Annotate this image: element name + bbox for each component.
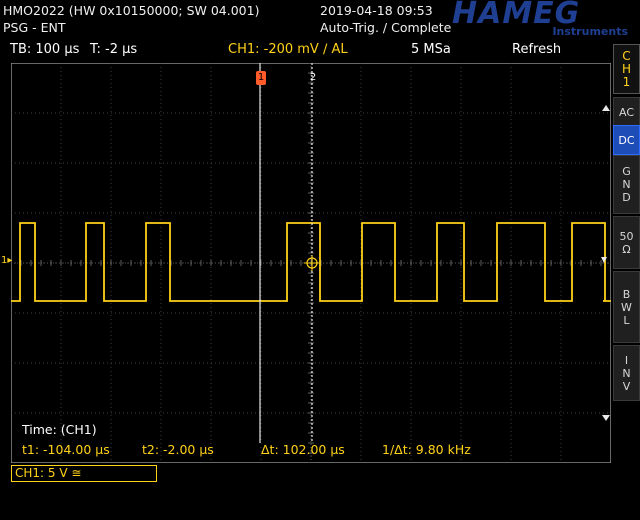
measurement-t1: t1: -104.00 µs [22,442,110,457]
ch1-scale-box[interactable]: CH1: 5 V ≅ [11,465,157,482]
trigger-time-label[interactable]: T: -2 µs [90,42,137,57]
sample-rate-label[interactable]: 5 MSa [411,42,451,57]
coupling-ac-button[interactable]: AC [613,97,640,127]
measurement-frequency: 1/Δt: 9.80 kHz [382,442,471,457]
cursor2-marker[interactable]: 2 [308,71,318,85]
timebase-label[interactable]: TB: 100 µs [10,42,79,57]
measurement-delta-t: Δt: 102.00 µs [261,442,345,457]
channel-menu: C H 1 AC DC GND 50 Ω BWL INV [613,44,640,520]
measurement-t2: t2: -2.00 µs [142,442,214,457]
bandwidth-limit-button[interactable]: BWL [613,271,640,343]
coupling-dc-button[interactable]: DC [613,125,640,155]
brand-subtitle: Instruments [552,25,628,38]
acquisition-mode-label[interactable]: Refresh [512,42,561,57]
trigger-status: Auto-Trig. / Complete [320,20,452,35]
ch1-ground-marker[interactable]: 1▸ [1,255,12,266]
waveform-display[interactable] [11,63,611,463]
status-bar: TB: 100 µs T: -2 µs CH1: -200 mV ∕ AL 5 … [0,39,608,61]
mode-label: PSG - ENT [3,20,66,35]
cursor1-marker[interactable]: 1 [256,71,266,85]
invert-button[interactable]: INV [613,345,640,401]
ground-button[interactable]: GND [613,155,640,214]
measurement-title: Time: (CH1) [22,422,97,437]
device-info: HMO2022 (HW 0x10150000; SW 04.001) [3,3,260,18]
impedance-50-ohm-button[interactable]: 50 Ω [613,216,640,269]
brand-logo: HAMEG Instruments [452,0,628,38]
datetime-label: 2019-04-18 09:53 [320,3,433,18]
trigger-setting-label[interactable]: CH1: -200 mV ∕ AL [228,42,348,57]
channel-tab[interactable]: C H 1 [613,44,640,94]
